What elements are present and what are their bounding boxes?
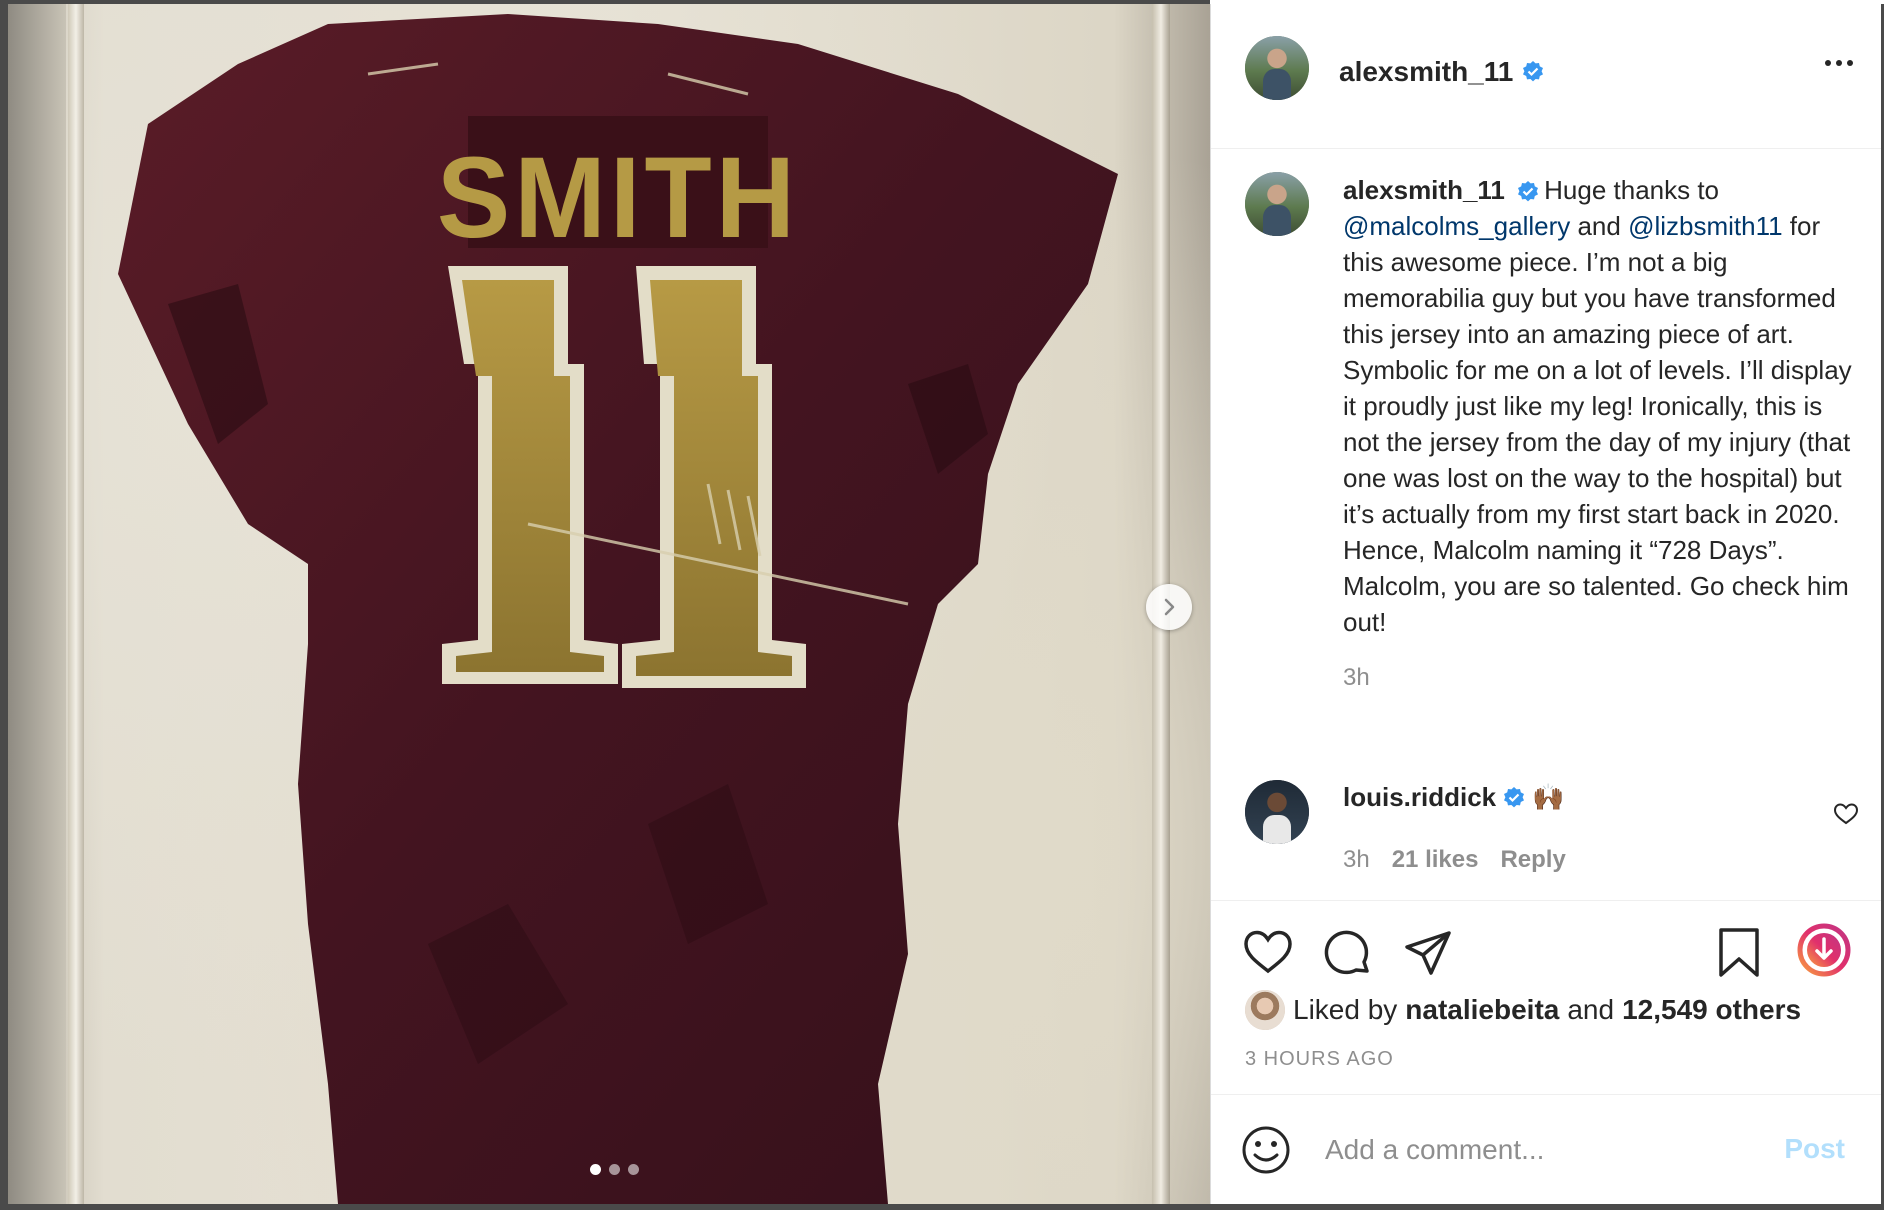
verified-badge-icon [1523,61,1544,82]
save-button[interactable] [1717,927,1761,984]
bookmark-icon [1719,928,1759,977]
download-extension-button[interactable] [1797,923,1851,982]
speech-bubble-icon [1324,930,1369,975]
commenter-avatar[interactable] [1245,780,1309,844]
download-circle-icon [1797,923,1851,977]
heart-outline-icon [1244,930,1292,974]
post-comment-button[interactable]: Post [1784,1133,1845,1165]
like-button[interactable] [1243,929,1293,980]
comment-text: 🙌🏾 [1532,782,1565,812]
liked-by-prefix: Liked by [1293,994,1398,1025]
comment-like-button[interactable] [1833,802,1859,831]
likes-summary: Liked by nataliebeita and 12,549 others [1245,990,1801,1030]
comment-likes[interactable]: 21 likes [1392,846,1479,874]
paper-plane-icon [1405,931,1451,975]
emoji-smile-icon [1242,1126,1290,1174]
liked-by-mid: and [1567,994,1615,1025]
comment-time[interactable]: 3h [1343,846,1370,874]
carousel-indicator [590,1164,639,1175]
more-options-button[interactable] [1825,60,1853,66]
liker-avatar[interactable] [1245,990,1285,1030]
commenter-username[interactable]: louis.riddick [1343,782,1496,813]
chevron-right-icon [1164,598,1175,616]
add-comment-bar: Post [1211,1094,1881,1205]
caption-text: for this awesome piece. I’m not a big me… [1343,211,1852,637]
post-caption: alexsmith_11 Huge thanks to @malcolms_ga… [1343,172,1863,696]
author-username[interactable]: alexsmith_11 [1339,56,1513,88]
instagram-post-view: SMITH alexsmith_11 alexsmith_11 Huge tha… [0,0,1884,1210]
jersey-name: SMITH [437,133,799,262]
heart-outline-icon [1833,803,1859,825]
dot-icon [1825,60,1831,66]
post-media[interactable]: SMITH [8,4,1210,1204]
reply-button[interactable]: Reply [1500,846,1565,874]
carousel-dot [609,1164,620,1175]
post-header: alexsmith_11 [1211,4,1881,149]
carousel-next-button[interactable] [1146,584,1192,630]
post-timestamp[interactable]: 3 HOURS AGO [1245,1048,1394,1071]
author-avatar[interactable] [1245,36,1309,100]
carousel-dot [590,1164,601,1175]
caption-time[interactable]: 3h [1343,660,1863,696]
caption-avatar[interactable] [1245,172,1309,236]
share-button[interactable] [1403,929,1453,984]
jersey-artwork: SMITH [118,14,1118,1204]
dot-icon [1836,60,1842,66]
verified-badge-icon [1504,786,1525,807]
post-sidebar: alexsmith_11 alexsmith_11 Huge thanks to… [1210,4,1881,1204]
caption-text: Huge thanks to [1544,175,1720,205]
dot-icon [1847,60,1853,66]
liker-username[interactable]: nataliebeita [1405,994,1559,1026]
caption-username[interactable]: alexsmith_11 [1343,175,1505,205]
mention-link[interactable]: @lizbsmith11 [1628,211,1783,241]
verified-badge-icon [1518,181,1539,202]
mention-link[interactable]: @malcolms_gallery [1343,211,1570,241]
likes-count[interactable]: 12,549 others [1622,994,1801,1026]
caption-text: and [1570,211,1629,241]
carousel-dot [628,1164,639,1175]
emoji-button[interactable] [1241,1125,1291,1180]
comment-button[interactable] [1323,929,1373,984]
comment-input[interactable] [1323,1123,1767,1177]
